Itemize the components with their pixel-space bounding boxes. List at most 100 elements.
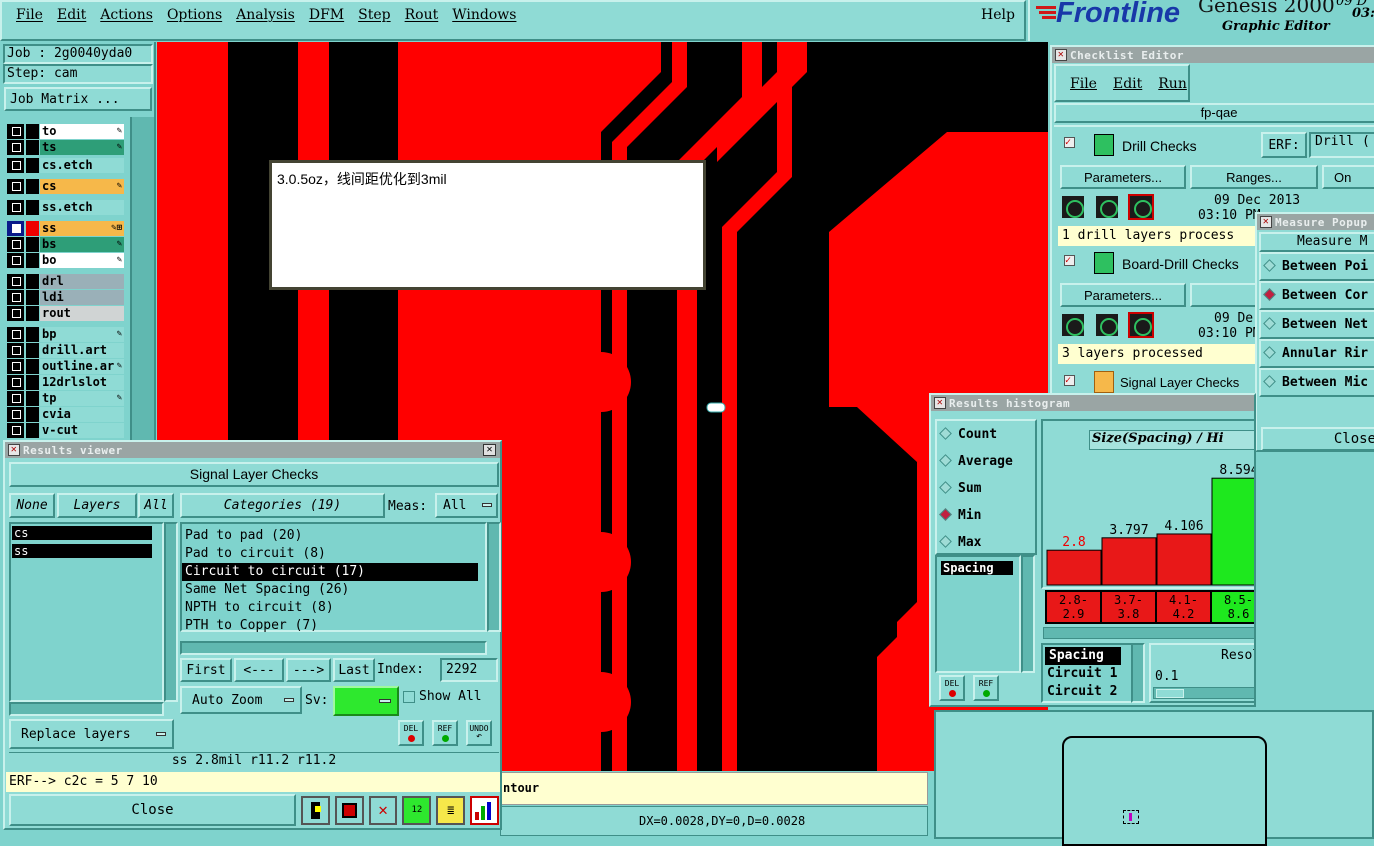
category-item[interactable]: PTH to Copper (7): [182, 617, 478, 635]
layer-affected-indicator[interactable]: [26, 391, 39, 406]
auto-zoom-select[interactable]: Auto Zoom: [180, 686, 302, 714]
layer-affected-indicator[interactable]: [26, 343, 39, 358]
layer-checkbox[interactable]: [7, 158, 24, 173]
menu-options[interactable]: Options: [167, 7, 222, 23]
layer-affected-indicator[interactable]: [26, 221, 39, 236]
layer-list-vscroll[interactable]: [164, 522, 178, 702]
checklist-menu-edit[interactable]: Edit: [1113, 76, 1142, 100]
layer-checkbox[interactable]: [7, 200, 24, 215]
layer-name[interactable]: to ✎: [40, 124, 124, 139]
layer-row-bs[interactable]: bs ✎: [7, 237, 124, 252]
layer-checkbox[interactable]: [7, 391, 24, 406]
layer-name[interactable]: ss.etch: [40, 200, 124, 215]
run-ranges-icon[interactable]: [1094, 312, 1120, 338]
layer-checkbox[interactable]: [7, 407, 24, 422]
layer-name[interactable]: v-cut: [40, 423, 124, 438]
menu-rout[interactable]: Rout: [405, 7, 439, 23]
layer-row-bp[interactable]: bp ✎: [7, 327, 124, 342]
all-layers-button[interactable]: All: [138, 493, 174, 518]
detail-list-item[interactable]: Circuit 2: [1043, 683, 1139, 701]
layer-row-ss.etch[interactable]: ss.etch: [7, 200, 124, 215]
menu-help[interactable]: Help: [981, 7, 1015, 23]
measure-titlebar[interactable]: ✕ Measure Popup: [1257, 214, 1374, 230]
ref-button[interactable]: REF: [432, 720, 458, 746]
layer-name[interactable]: rout: [40, 306, 124, 321]
layer-name[interactable]: drill.art: [40, 343, 124, 358]
hist-ref-button[interactable]: REF: [973, 675, 999, 701]
layer-name[interactable]: ldi: [40, 290, 124, 305]
run-ranges-icon[interactable]: [1094, 194, 1120, 220]
layer-name[interactable]: drl: [40, 274, 124, 289]
histogram-hscroll[interactable]: [1043, 627, 1254, 639]
category-label[interactable]: 3.7-3.8: [1102, 592, 1155, 622]
layer-result-item[interactable]: ss: [12, 544, 152, 558]
category-item[interactable]: Circuit to circuit (17): [182, 563, 478, 581]
layer-name[interactable]: cvia: [40, 407, 124, 422]
results-viewer-titlebar[interactable]: ✕ Results viewer: [5, 442, 500, 458]
menu-step[interactable]: Step: [358, 7, 390, 23]
mode-radio[interactable]: Sum: [937, 475, 1035, 502]
layer-row-bo[interactable]: bo ✎: [7, 253, 124, 268]
layer-affected-indicator[interactable]: [26, 200, 39, 215]
layer-affected-indicator[interactable]: [26, 140, 39, 155]
category-label[interactable]: 4.1-4.2: [1157, 592, 1210, 622]
histogram-bar[interactable]: [1046, 549, 1102, 586]
histogram-bar[interactable]: [1211, 477, 1256, 586]
layer-row-v-cut[interactable]: v-cut: [7, 423, 124, 438]
undo-button[interactable]: UNDO ↶: [466, 720, 492, 746]
menu-file[interactable]: File: [16, 7, 43, 23]
index-input[interactable]: 2292: [440, 658, 498, 682]
layer-affected-indicator[interactable]: [26, 253, 39, 268]
category-item[interactable]: NPTH to circuit (8): [182, 599, 478, 617]
layer-affected-indicator[interactable]: [26, 423, 39, 438]
layer-row-ldi[interactable]: ldi: [7, 290, 124, 305]
prev-button[interactable]: <---: [234, 658, 284, 682]
layer-checkbox[interactable]: [7, 343, 24, 358]
board-drill-params-button[interactable]: Parameters...: [1060, 283, 1186, 307]
layer-result-item[interactable]: cs: [12, 526, 152, 540]
category-label[interactable]: 2.8-2.9: [1047, 592, 1100, 622]
measure-option[interactable]: Annular Rir: [1259, 339, 1374, 368]
layer-name[interactable]: bp ✎: [40, 327, 124, 342]
layer-checkbox[interactable]: [7, 327, 24, 342]
notes-icon[interactable]: ≣: [436, 795, 466, 825]
histogram-icon[interactable]: [470, 795, 500, 825]
menu-dfm[interactable]: DFM: [309, 7, 344, 23]
menu-actions[interactable]: Actions: [100, 7, 153, 23]
layer-affected-indicator[interactable]: [26, 179, 39, 194]
layer-row-drill.art[interactable]: drill.art: [7, 343, 124, 358]
layer-row-drl[interactable]: drl: [7, 274, 124, 289]
last-button[interactable]: Last: [333, 658, 375, 682]
mode-radio[interactable]: Min: [937, 502, 1035, 529]
layer-checkbox[interactable]: [7, 375, 24, 390]
check-signal-checkbox[interactable]: ✓: [1064, 375, 1075, 386]
layer-checkbox[interactable]: [7, 274, 24, 289]
metric-list-scroll[interactable]: [1021, 555, 1035, 673]
layer-checkbox[interactable]: [7, 359, 24, 374]
mode-radio[interactable]: Max: [937, 529, 1035, 556]
run-icon[interactable]: [1060, 194, 1086, 220]
layer-checkbox[interactable]: [7, 179, 24, 194]
layer-affected-indicator[interactable]: [26, 274, 39, 289]
histogram-bar[interactable]: [1101, 537, 1157, 586]
layer-affected-indicator[interactable]: [26, 359, 39, 374]
run-all-icon[interactable]: [1128, 194, 1154, 220]
detail-list-item[interactable]: Spacing: [1045, 647, 1121, 665]
checklist-menu-file[interactable]: File: [1070, 76, 1097, 100]
detail-list[interactable]: Spacing Circuit 1 Circuit 2: [1041, 643, 1141, 703]
layer-checkbox[interactable]: [7, 306, 24, 321]
layer-affected-indicator[interactable]: [26, 290, 39, 305]
layer-checkbox[interactable]: [7, 253, 24, 268]
layer-list-scrollbar[interactable]: [130, 117, 154, 442]
erf-value[interactable]: Drill (: [1309, 132, 1374, 158]
layer-list-hscroll[interactable]: [9, 702, 164, 716]
layer-name[interactable]: 12drlslot: [40, 375, 124, 390]
first-button[interactable]: First: [180, 658, 232, 682]
menu-edit[interactable]: Edit: [57, 7, 86, 23]
metric-list[interactable]: Spacing: [935, 555, 1021, 673]
layer-checkbox[interactable]: [7, 124, 24, 139]
layer-name[interactable]: cs ✎: [40, 179, 124, 194]
close-icon[interactable]: ✕: [483, 444, 496, 456]
layer-affected-indicator[interactable]: [26, 124, 39, 139]
run-all-icon[interactable]: [1128, 312, 1154, 338]
